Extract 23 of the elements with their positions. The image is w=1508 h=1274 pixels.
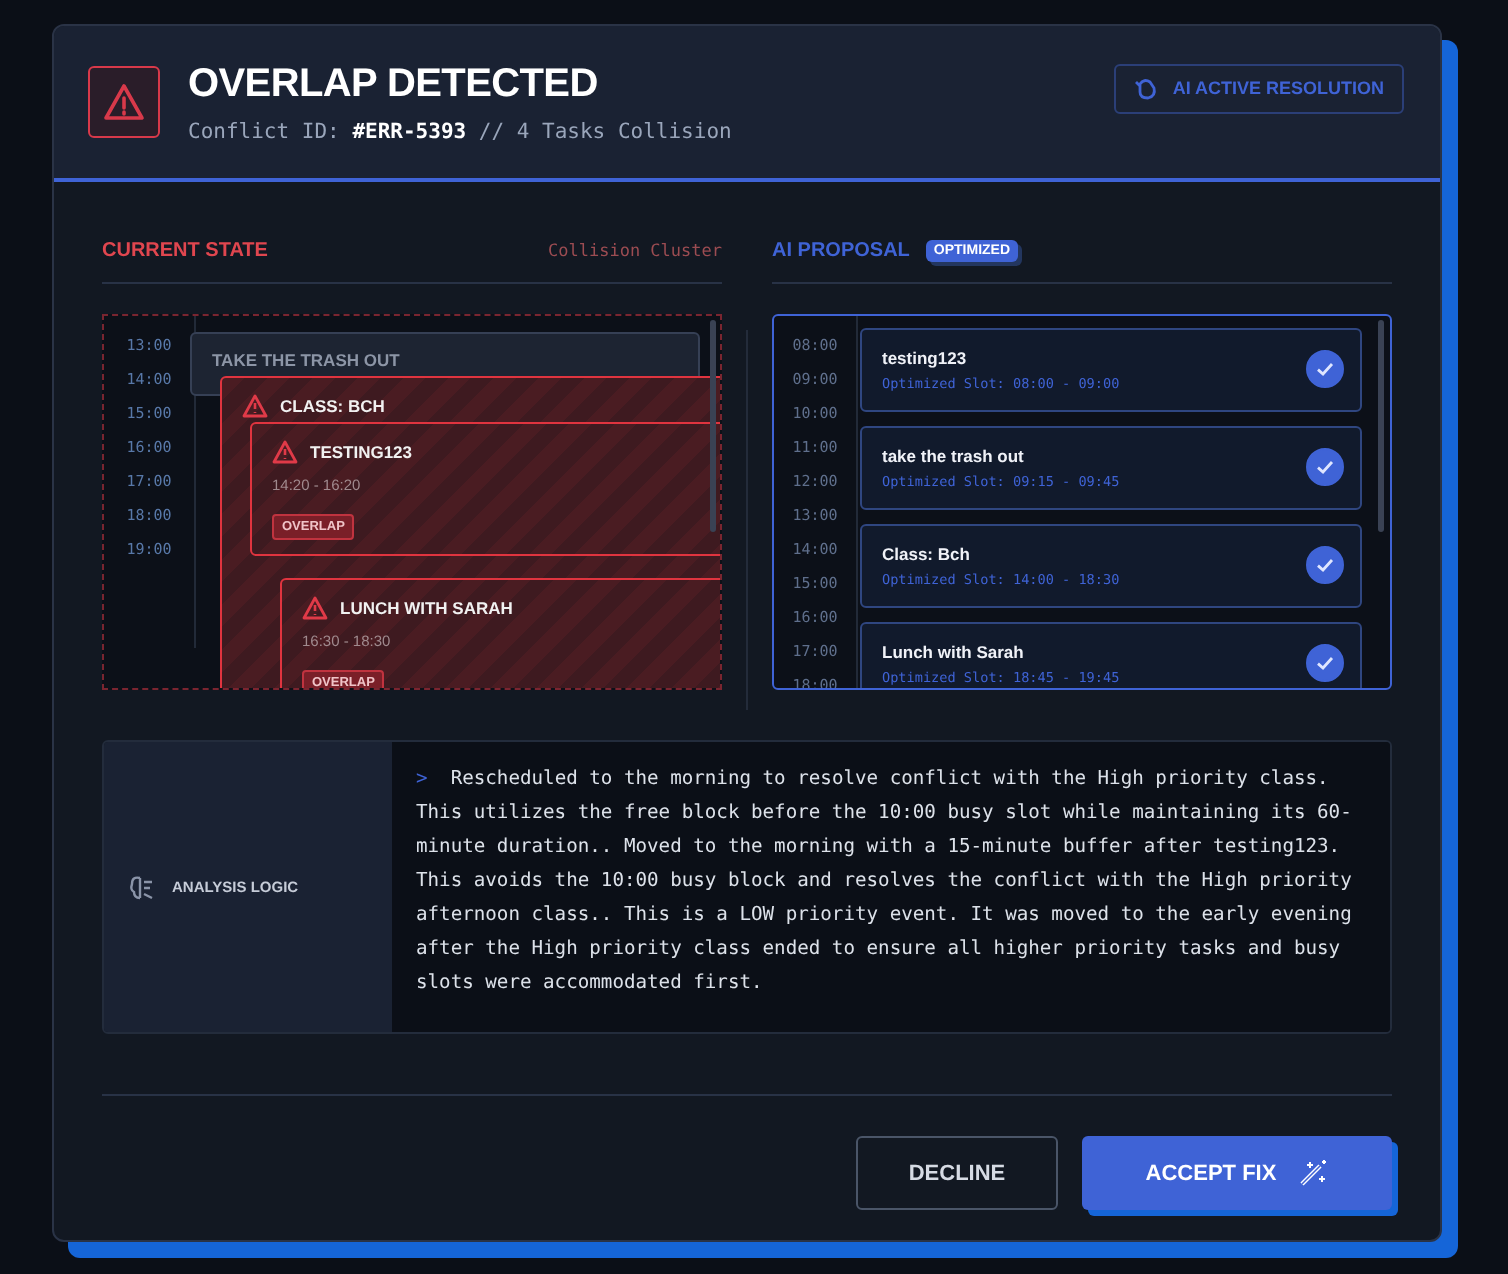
warning-icon — [242, 393, 268, 418]
accept-button[interactable]: ACCEPT FIX — [1082, 1136, 1392, 1210]
conflict-id: Conflict ID: #ERR-5393 // 4 Tasks Collision — [188, 119, 734, 143]
magic-wand-icon — [1296, 1157, 1329, 1189]
warning-icon — [302, 595, 328, 620]
event-title: CLASS: BCH — [280, 395, 385, 416]
proposal-title: testing123 — [882, 347, 969, 368]
section-title: CURRENT STATE — [102, 240, 268, 263]
ai-resolution-badge: AI ACTIVE RESOLUTION — [1114, 63, 1404, 113]
proposal-title: Lunch with Sarah — [882, 641, 1026, 662]
analysis-text: > Rescheduled to the morning to resolve conflict with the High priority class. This utilizes the free block before the 10:00 busy slot while maintaining its 60-minute duration.. Moved to the morning with a 15-minute buffer after testing123. This avoids the 10:00 busy block and resolves the conflict with the High priority afternoon class.. This is a LOW priority event. It was moved to the early evening after the High priority class ended to ensure all higher priority tasks and busy slots were accommodated first. — [416, 766, 1354, 998]
event-title: TESTING123 — [310, 441, 413, 462]
event-title: TAKE THE TRASH OUT — [212, 349, 400, 370]
proposal-title: Class: Bch — [882, 543, 972, 564]
warning-icon — [272, 439, 298, 464]
brain-icon — [128, 873, 154, 901]
warning-icon — [88, 66, 160, 138]
proposal-title: take the trash out — [882, 445, 1026, 466]
decline-button[interactable]: DECLINE — [856, 1136, 1058, 1210]
section-title: AI PROPOSAL — [772, 240, 910, 263]
dialog-title: OVERLAP DETECTED — [188, 61, 600, 107]
event-title: LUNCH WITH SARAH — [340, 597, 513, 618]
section-note: Collision Cluster — [548, 241, 722, 262]
